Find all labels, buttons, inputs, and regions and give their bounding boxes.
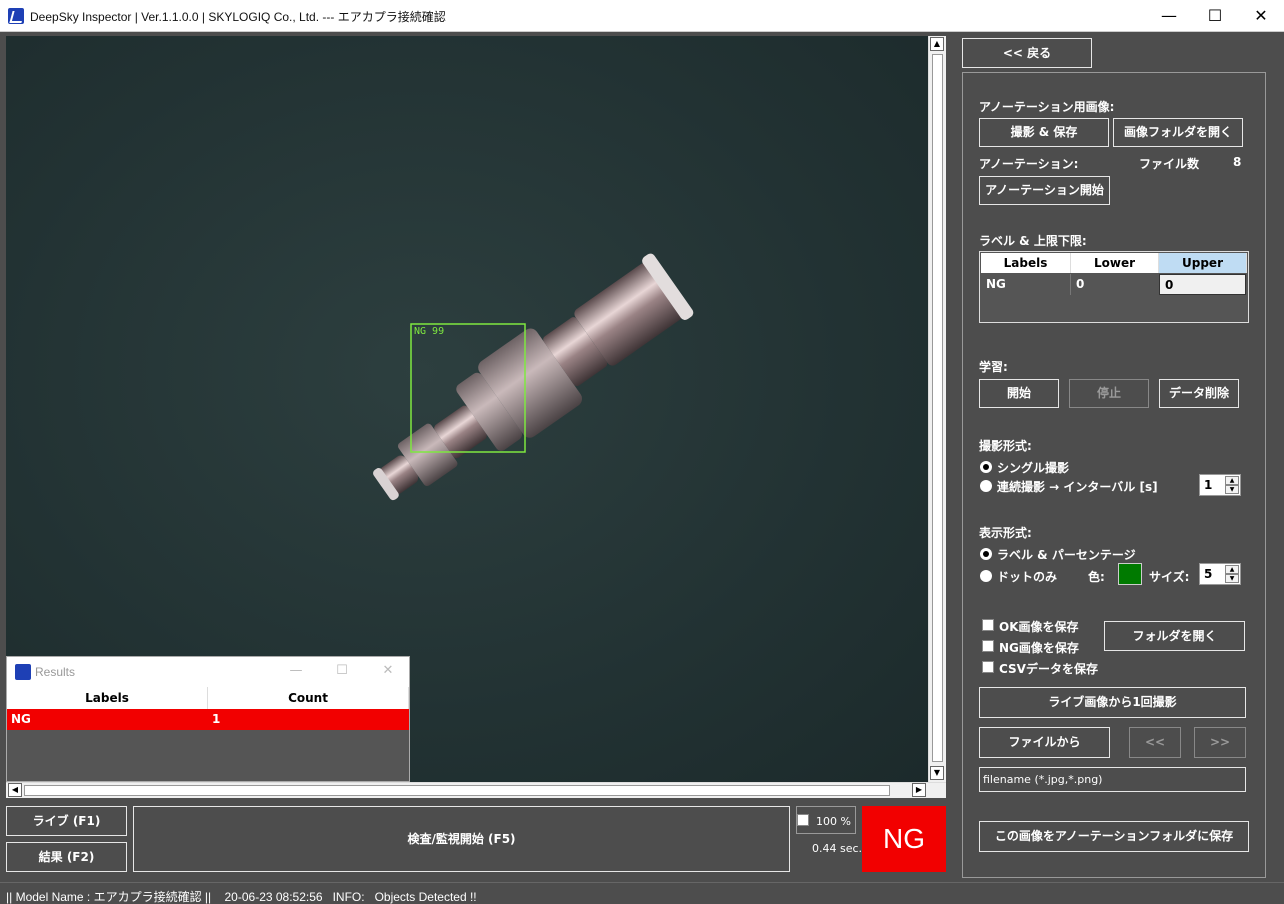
title-bar: DeepSky Inspector | Ver.1.1.0.0 | SKYLOG…: [0, 0, 1284, 32]
interval-value: 1: [1204, 478, 1213, 492]
stepper-up-icon[interactable]: ▲: [1225, 565, 1239, 574]
label-percentage-radio[interactable]: [980, 548, 992, 560]
column-header-upper[interactable]: Upper: [1159, 253, 1247, 273]
scroll-left-icon[interactable]: ◀: [8, 783, 22, 797]
back-button[interactable]: << 戻る: [962, 38, 1092, 68]
file-count-label: ファイル数: [1139, 157, 1200, 171]
status-text: || Model Name : エアカプラ接続確認 || 20-06-23 08…: [6, 890, 477, 904]
continuous-capture-label: 連続撮影 → インターバル [s]: [997, 480, 1158, 494]
results-title: Results: [35, 665, 76, 679]
scroll-right-icon[interactable]: ▶: [912, 783, 926, 797]
size-value: 5: [1204, 567, 1213, 581]
maximize-button[interactable]: ☐: [1192, 0, 1238, 32]
results-row[interactable]: NG 1: [7, 709, 409, 730]
zoom-percent: 100 %: [816, 815, 851, 828]
save-ok-images-checkbox[interactable]: [982, 619, 994, 631]
horizontal-scroll-thumb[interactable]: [24, 785, 890, 796]
dot-color-swatch[interactable]: [1118, 563, 1142, 585]
single-capture-label: シングル撮影: [997, 461, 1070, 475]
lower-cell[interactable]: 0: [1071, 274, 1159, 295]
result-button[interactable]: 結果 (F2): [6, 842, 127, 872]
annotation-image-label: アノーテーション用画像:: [979, 100, 1115, 114]
vertical-scroll-thumb[interactable]: [932, 54, 943, 762]
detection-label: NG 99: [414, 326, 444, 337]
open-image-folder-button[interactable]: 画像フォルダを開く: [1113, 118, 1243, 147]
capture-from-live-button[interactable]: ライブ画像から1回撮影: [979, 687, 1246, 718]
interval-stepper[interactable]: 1 ▲ ▼: [1199, 474, 1241, 496]
from-file-button[interactable]: ファイルから: [979, 727, 1110, 758]
label-percentage-label: ラベル & パーセンテージ: [997, 548, 1136, 562]
stepper-up-icon[interactable]: ▲: [1225, 476, 1239, 485]
dot-only-label: ドットのみ: [997, 570, 1058, 584]
scroll-up-icon[interactable]: ▲: [930, 37, 944, 51]
row-count: 1: [212, 712, 221, 726]
status-bar: || Model Name : エアカプラ接続確認 || 20-06-23 08…: [0, 882, 1284, 904]
results-title-bar: Results — ☐ ✕: [7, 657, 409, 687]
column-header-count[interactable]: Count: [208, 687, 409, 709]
live-button[interactable]: ライブ (F1): [6, 806, 127, 836]
continuous-capture-radio[interactable]: [980, 480, 992, 492]
results-minimize-button[interactable]: —: [273, 663, 319, 678]
color-label: 色:: [1088, 570, 1105, 584]
filename-value: filename (*.jpg,*.png): [983, 773, 1103, 786]
results-window: Results — ☐ ✕ Labels Count NG 1: [6, 656, 410, 782]
app-logo-icon: [8, 8, 24, 24]
learning-stop-button[interactable]: 停止: [1069, 379, 1149, 408]
learning-label: 学習:: [979, 360, 1008, 374]
save-ok-images-label: OK画像を保存: [999, 620, 1079, 634]
column-header-labels[interactable]: Labels: [7, 687, 208, 709]
save-ng-images-checkbox[interactable]: [982, 640, 994, 652]
row-label: NG: [11, 712, 31, 726]
settings-panel: アノーテーション用画像: 撮影 & 保存 画像フォルダを開く アノーテーション:…: [962, 72, 1266, 878]
previous-image-button[interactable]: <<: [1129, 727, 1181, 758]
size-stepper[interactable]: 5 ▲ ▼: [1199, 563, 1241, 585]
size-label: サイズ:: [1149, 570, 1190, 584]
file-count: 8: [1233, 155, 1242, 169]
app-logo-icon: [15, 664, 31, 680]
column-header-labels[interactable]: Labels: [981, 253, 1071, 273]
label-limits-label: ラベル & 上限下限:: [979, 234, 1087, 248]
judgement-result: NG: [862, 806, 946, 872]
results-grid: Labels Count NG 1: [7, 687, 409, 781]
dot-only-radio[interactable]: [980, 570, 992, 582]
elapsed-time: 0.44 sec.: [812, 842, 863, 855]
minimize-button[interactable]: —: [1146, 0, 1192, 32]
learning-start-button[interactable]: 開始: [979, 379, 1059, 408]
save-csv-checkbox[interactable]: [982, 661, 994, 673]
close-button[interactable]: ✕: [1238, 0, 1284, 32]
inspect-start-button[interactable]: 検査/監視開始 (F5): [133, 806, 790, 872]
scroll-down-icon[interactable]: ▼: [930, 766, 944, 780]
capture-save-button[interactable]: 撮影 & 保存: [979, 118, 1109, 147]
save-csv-label: CSVデータを保存: [999, 662, 1098, 676]
results-close-button[interactable]: ✕: [365, 663, 411, 678]
stepper-down-icon[interactable]: ▼: [1225, 574, 1239, 583]
filename-field[interactable]: filename (*.jpg,*.png): [979, 767, 1246, 792]
next-image-button[interactable]: >>: [1194, 727, 1246, 758]
start-annotation-button[interactable]: アノーテーション開始: [979, 176, 1110, 205]
results-maximize-button[interactable]: ☐: [319, 663, 365, 678]
capture-mode-label: 撮影形式:: [979, 439, 1032, 453]
vertical-scrollbar[interactable]: ▲ ▼: [928, 36, 946, 782]
label-cell[interactable]: NG: [981, 274, 1071, 295]
stepper-down-icon[interactable]: ▼: [1225, 485, 1239, 494]
single-capture-radio[interactable]: [980, 461, 992, 473]
open-folder-button[interactable]: フォルダを開く: [1104, 621, 1245, 651]
horizontal-scrollbar[interactable]: ◀ ▶: [6, 782, 946, 798]
window-title: DeepSky Inspector | Ver.1.1.0.0 | SKYLOG…: [30, 10, 446, 24]
label-limits-table[interactable]: Labels Lower Upper NG 0 0: [979, 251, 1249, 323]
display-mode-label: 表示形式:: [979, 526, 1032, 540]
delete-data-button[interactable]: データ削除: [1159, 379, 1239, 408]
save-ng-images-label: NG画像を保存: [999, 641, 1079, 655]
save-to-annotation-folder-button[interactable]: この画像をアノーテーションフォルダに保存: [979, 821, 1249, 852]
annotation-label: アノーテーション:: [979, 157, 1079, 171]
upper-cell[interactable]: 0: [1159, 274, 1246, 295]
column-header-lower[interactable]: Lower: [1071, 253, 1159, 273]
